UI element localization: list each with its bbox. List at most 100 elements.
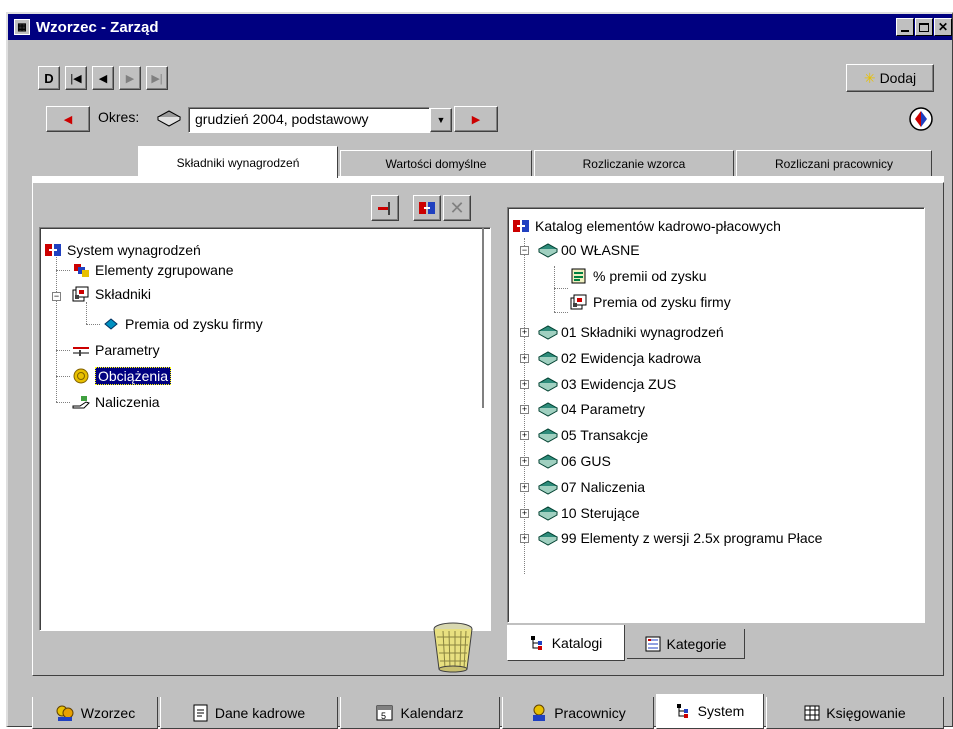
tab-template[interactable]: Wzorzec [32, 697, 158, 729]
maximize-button[interactable] [915, 18, 933, 36]
tab-default-values-label: Wartości domyślne [385, 156, 487, 171]
svg-text:5: 5 [381, 711, 386, 721]
prev-period-button[interactable]: ◀ [46, 106, 90, 132]
tree-root-label: System wynagrodzeń [67, 242, 201, 258]
tree-item-bonus[interactable]: Premia od zysku firmy [102, 314, 263, 334]
catalog-item-label: 99 Elementy z wersji 2.5x programu Płace [561, 530, 823, 546]
tree-item-grouped[interactable]: Elementy zgrupowane [72, 260, 234, 280]
tab-settled-employees[interactable]: Rozliczani pracownicy [736, 150, 932, 176]
tab-components[interactable]: Składniki wynagrodzeń [138, 146, 338, 178]
catalog-item[interactable]: 99 Elementy z wersji 2.5x programu Płace [537, 528, 823, 548]
catalog-button[interactable] [413, 195, 441, 221]
tab-categories-label: Kategorie [666, 635, 727, 652]
book-icon [537, 350, 559, 366]
period-value: grudzień 2004, podstawowy [195, 111, 369, 127]
tab-system[interactable]: System [656, 694, 764, 729]
tree-item-label: Parametry [95, 342, 160, 358]
tab-accounting-label: Księgowanie [826, 704, 906, 721]
book-icon [537, 324, 559, 340]
book-icon [537, 427, 559, 443]
first-record-button[interactable]: |◀ [65, 66, 87, 90]
catalog-item[interactable]: 04 Parametry [537, 399, 645, 419]
catalog-item-label: 02 Ewidencja kadrowa [561, 350, 702, 366]
catalog-item[interactable]: 03 Ewidencja ZUS [537, 374, 677, 394]
catalog-own[interactable]: 00 WŁASNE [537, 240, 640, 260]
next-period-button[interactable]: ▶ [454, 106, 498, 132]
arrow-right-icon: ▶ [471, 113, 481, 126]
catalog-own-child[interactable]: % premii od zysku [570, 266, 707, 286]
tab-employees-label: Pracownicy [554, 704, 626, 721]
minimize-button[interactable] [896, 18, 914, 36]
categories-icon [645, 636, 661, 651]
employee-icon [533, 704, 546, 721]
tree-item-charges[interactable]: Obciążenia [72, 366, 172, 386]
prev-record-button[interactable]: ◀ [92, 66, 114, 90]
catalog-item-label: 01 Składniki wynagrodzeń [561, 324, 724, 340]
catalog-item-label: 03 Ewidencja ZUS [561, 376, 677, 392]
tab-template-settlement[interactable]: Rozliczanie wzorca [534, 150, 734, 176]
tab-calendar[interactable]: 5 Kalendarz [340, 697, 500, 729]
tree-item-label: Naliczenia [95, 394, 160, 410]
catalog-item[interactable]: 10 Sterujące [537, 503, 640, 523]
book-icon [537, 530, 559, 546]
new-record-button[interactable]: D [38, 66, 60, 90]
catalog-item-label: 05 Transakcje [561, 427, 649, 443]
tree-scrollbar[interactable] [482, 228, 484, 408]
expand-catalog-toggle[interactable]: + [520, 457, 529, 466]
catalog-root[interactable]: Katalog elementów kadrowo-płacowych [512, 216, 781, 236]
next-record-button[interactable]: ▶ [119, 66, 141, 90]
components-icon [570, 294, 588, 310]
expand-components-toggle[interactable]: − [52, 292, 61, 301]
catalog-item[interactable]: 02 Ewidencja kadrowa [537, 348, 702, 368]
expand-catalog-toggle[interactable]: + [520, 328, 529, 337]
add-button[interactable]: ✳ Dodaj [846, 64, 934, 92]
catalog-item[interactable]: 05 Transakcje [537, 425, 649, 445]
expand-catalog-toggle[interactable]: + [520, 483, 529, 492]
tree-item-parameters[interactable]: Parametry [72, 340, 160, 360]
period-select[interactable]: grudzień 2004, podstawowy [188, 107, 430, 133]
expand-catalog-toggle[interactable]: + [520, 431, 529, 440]
delete-button[interactable]: ✕ [443, 195, 471, 221]
tree-item-accruals[interactable]: Naliczenia [72, 392, 160, 412]
tab-hr-data[interactable]: Dane kadrowe [160, 697, 338, 729]
last-icon: ▶| [151, 72, 163, 85]
catalog-item[interactable]: 01 Składniki wynagrodzeń [537, 322, 724, 342]
trash-basket-icon[interactable] [431, 621, 475, 673]
catalog-item[interactable]: 06 GUS [537, 451, 611, 471]
expand-catalog-toggle[interactable]: + [520, 509, 529, 518]
template-people-icon [56, 705, 74, 721]
tree-item-label: Elementy zgrupowane [95, 262, 234, 278]
tab-default-values[interactable]: Wartości domyślne [340, 150, 532, 176]
close-button[interactable]: ✕ [934, 18, 952, 36]
expand-catalog-toggle[interactable]: + [520, 380, 529, 389]
tab-template-label: Wzorzec [80, 704, 136, 721]
tab-catalogs[interactable]: Katalogi [507, 625, 625, 661]
catalog-icon [419, 202, 435, 214]
move-arrow-icon [378, 202, 390, 215]
expand-catalog-toggle[interactable]: + [520, 534, 529, 543]
catalog-own-child[interactable]: Premia od zysku firmy [570, 292, 731, 312]
arrow-left-icon: ◀ [63, 113, 73, 126]
next-icon: ▶ [125, 72, 135, 85]
catalog-tree-box: Katalog elementów kadrowo-płacowych − 00… [507, 207, 925, 623]
last-record-button[interactable]: ▶| [146, 66, 168, 90]
book-icon [537, 479, 559, 495]
expand-catalog-toggle[interactable]: + [520, 405, 529, 414]
app-icon[interactable]: ▦ [14, 19, 30, 35]
expand-catalog-toggle[interactable]: + [520, 354, 529, 363]
tab-accounting[interactable]: Księgowanie [766, 697, 944, 729]
sparkle-icon: ✳ [863, 69, 876, 86]
tree-item-components[interactable]: Składniki [72, 284, 151, 304]
period-dropdown-button[interactable]: ▼ [430, 108, 452, 132]
new-icon: D [44, 70, 54, 86]
tab-categories[interactable]: Kategorie [627, 629, 745, 659]
tree-root-salary-system[interactable]: System wynagrodzeń [44, 240, 201, 260]
tab-settled-employees-label: Rozliczani pracownicy [774, 156, 894, 171]
catalog-item[interactable]: 07 Naliczenia [537, 477, 645, 497]
tab-employees[interactable]: Pracownicy [502, 697, 654, 729]
tree-item-label-selected: Obciążenia [95, 367, 172, 385]
system-icon [44, 242, 62, 258]
navigator-icon[interactable] [908, 106, 934, 132]
move-to-button[interactable] [371, 195, 399, 221]
collapse-own-toggle[interactable]: − [520, 246, 529, 255]
